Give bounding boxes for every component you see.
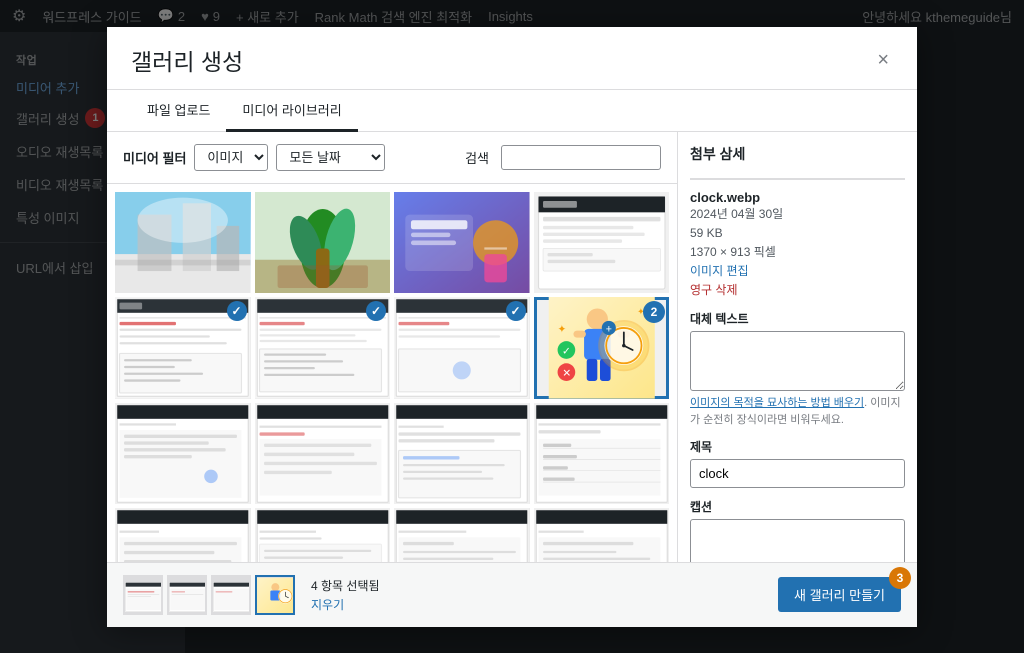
media-item[interactable] bbox=[394, 192, 530, 294]
svg-text:+: + bbox=[605, 323, 611, 335]
title-label: 제목 bbox=[690, 438, 905, 455]
caption-label: 캡션 bbox=[690, 498, 905, 515]
filter-label: 미디어 필터 bbox=[123, 148, 186, 167]
footer-selected-count: 4 항목 선택됨 bbox=[311, 577, 380, 594]
modal-header: 갤러리 생성 × bbox=[107, 27, 917, 90]
media-item[interactable] bbox=[255, 508, 391, 561]
media-item[interactable] bbox=[534, 192, 670, 294]
create-gallery-button[interactable]: 새 갤러리 만들기 bbox=[778, 577, 901, 612]
details-alt-text-field: 대체 텍스트 이미지의 목적을 묘사하는 방법 배우기. 이미지가 순전히 장식… bbox=[690, 310, 905, 428]
delete-image-link[interactable]: 영구 삭제 bbox=[690, 281, 905, 300]
media-item[interactable] bbox=[115, 192, 251, 294]
footer-thumb-3[interactable] bbox=[211, 575, 251, 615]
footer-thumb-clock[interactable] bbox=[255, 575, 295, 615]
create-gallery-step-badge: 3 bbox=[889, 567, 911, 589]
filter-date-select[interactable]: 모든 날짜 2024년 04월 2024년 03월 bbox=[276, 144, 385, 171]
svg-text:✦: ✦ bbox=[557, 323, 566, 335]
media-item[interactable] bbox=[115, 403, 251, 505]
gallery-modal: 갤러리 생성 × 파일 업로드 미디어 라이브러리 미디어 필터 이미지 bbox=[107, 27, 917, 627]
media-item[interactable]: ✓ bbox=[255, 297, 391, 399]
filter-type-select[interactable]: 이미지 오디오 비디오 bbox=[194, 144, 268, 171]
media-item[interactable] bbox=[255, 192, 391, 294]
footer-thumb-1[interactable] bbox=[123, 575, 163, 615]
details-filename: clock.webp bbox=[690, 190, 905, 205]
clock-selection-badge: 2 bbox=[643, 301, 665, 323]
media-item[interactable] bbox=[534, 508, 670, 561]
svg-text:✕: ✕ bbox=[562, 368, 571, 380]
media-checkmark: ✓ bbox=[506, 301, 526, 321]
details-meta: 2024년 04월 30일 59 KB 1370 × 913 픽셀 이미지 편집… bbox=[690, 205, 905, 301]
svg-text:✓: ✓ bbox=[561, 346, 570, 358]
svg-text:✓: ✓ bbox=[770, 178, 776, 180]
alt-text-input[interactable] bbox=[690, 331, 905, 391]
media-item[interactable] bbox=[255, 403, 391, 505]
tab-file-upload[interactable]: 파일 업로드 bbox=[131, 90, 226, 132]
modal-title: 갤러리 생성 bbox=[131, 43, 243, 77]
details-file-info: clock.webp 2024년 04월 30일 59 KB 1370 × 91… bbox=[690, 190, 905, 301]
media-item[interactable] bbox=[394, 508, 530, 561]
alt-text-label: 대체 텍스트 bbox=[690, 310, 905, 327]
filter-bar: 미디어 필터 이미지 오디오 비디오 모든 날짜 2024년 04월 2024년… bbox=[107, 132, 677, 184]
alt-text-hint: 이미지의 목적을 묘사하는 방법 배우기. 이미지가 순전히 장식이라면 비워두… bbox=[690, 395, 905, 428]
media-item[interactable] bbox=[534, 403, 670, 505]
modal-close-button[interactable]: × bbox=[873, 46, 893, 74]
footer-thumbnails bbox=[123, 575, 295, 615]
details-preview: ✓ ✕ + bbox=[690, 178, 905, 180]
tab-media-library[interactable]: 미디어 라이브러리 bbox=[226, 90, 357, 132]
footer-thumb-2[interactable] bbox=[167, 575, 207, 615]
title-input[interactable]: clock bbox=[690, 459, 905, 488]
media-content: 미디어 필터 이미지 오디오 비디오 모든 날짜 2024년 04월 2024년… bbox=[107, 132, 677, 562]
details-panel-title: 첨부 삼세 bbox=[690, 144, 905, 164]
caption-input[interactable] bbox=[690, 519, 905, 561]
modal-footer: 4 항목 선택됨 지우기 새 갤러리 만들기 3 bbox=[107, 562, 917, 627]
media-grid: ✓ bbox=[107, 184, 677, 562]
modal-overlay: 갤러리 생성 × 파일 업로드 미디어 라이브러리 미디어 필터 이미지 bbox=[0, 0, 1024, 653]
edit-image-link[interactable]: 이미지 편집 bbox=[690, 262, 905, 281]
details-caption-field: 캡션 bbox=[690, 498, 905, 561]
media-item[interactable]: ✓ bbox=[115, 297, 251, 399]
media-item[interactable] bbox=[394, 403, 530, 505]
search-label: 검색 bbox=[465, 148, 489, 167]
media-item[interactable] bbox=[115, 508, 251, 561]
media-item[interactable]: ✓ bbox=[394, 297, 530, 399]
modal-body: 미디어 필터 이미지 오디오 비디오 모든 날짜 2024년 04월 2024년… bbox=[107, 132, 917, 562]
footer-clear-button[interactable]: 지우기 bbox=[311, 596, 380, 613]
details-title-field: 제목 clock bbox=[690, 438, 905, 488]
media-item-clock[interactable]: ✦ ✦ ✦ ✓ ✕ bbox=[534, 297, 670, 399]
details-panel: 첨부 삼세 bbox=[677, 132, 917, 562]
modal-tabs: 파일 업로드 미디어 라이브러리 bbox=[107, 90, 917, 132]
alt-text-learn-link[interactable]: 이미지의 목적을 묘사하는 방법 배우기 bbox=[690, 397, 864, 409]
media-checkmark: ✓ bbox=[366, 301, 386, 321]
main-layout: 작업 미디어 추가 갤러리 생성 1 오디오 재생목록 만들기 비디오 재생목록… bbox=[0, 32, 1024, 653]
media-checkmark: ✓ bbox=[227, 301, 247, 321]
search-input[interactable] bbox=[501, 145, 661, 170]
